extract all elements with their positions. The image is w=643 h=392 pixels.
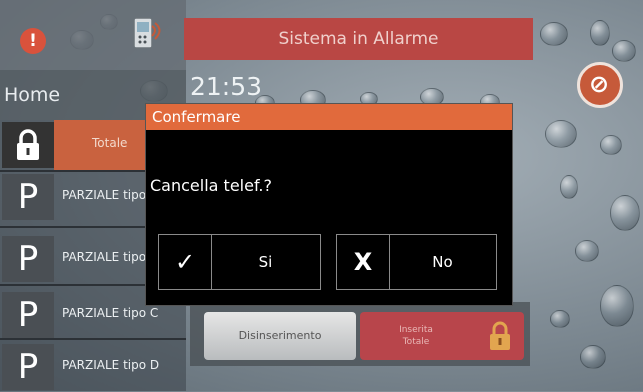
armed-line2: Totale bbox=[402, 337, 430, 347]
mode-item-parziale-d[interactable]: P PARZIALE tipo D bbox=[0, 342, 186, 392]
mode-label: PARZIALE tipo B bbox=[62, 250, 159, 264]
mode-label-total: Totale bbox=[92, 136, 128, 150]
checkmark-icon: ✓ bbox=[159, 235, 212, 289]
lock-icon bbox=[2, 122, 54, 168]
no-label: No bbox=[432, 253, 453, 271]
mode-label: PARZIALE tipo A bbox=[62, 188, 159, 202]
armed-label: Inserita Totale bbox=[386, 324, 446, 348]
dialog-title: Confermare bbox=[146, 104, 512, 130]
armed-line1: Inserita bbox=[399, 325, 433, 335]
home-label: Home bbox=[4, 84, 61, 106]
mute-siren-button[interactable]: ⊘ bbox=[577, 62, 623, 108]
phone-device-icon[interactable] bbox=[130, 16, 162, 52]
partial-p-icon: P bbox=[2, 292, 54, 338]
confirm-dialog: Confermare Cancella telef.? ✓ Si X No bbox=[145, 103, 513, 306]
clock: 21:53 bbox=[190, 72, 263, 101]
no-entry-icon: ⊘ bbox=[589, 70, 610, 98]
close-x-icon: X bbox=[337, 235, 390, 289]
alert-icon[interactable]: ! bbox=[20, 28, 46, 54]
confirm-no-button[interactable]: X No bbox=[336, 234, 497, 290]
confirm-yes-button[interactable]: ✓ Si bbox=[158, 234, 321, 290]
armed-total-button[interactable]: Inserita Totale bbox=[360, 312, 524, 360]
partial-p-icon: P bbox=[2, 344, 54, 390]
partial-p-icon: P bbox=[2, 174, 54, 220]
lock-icon bbox=[488, 321, 512, 351]
mode-label: PARZIALE tipo D bbox=[62, 358, 160, 372]
mode-label: PARZIALE tipo C bbox=[62, 306, 159, 320]
yes-label: Si bbox=[258, 253, 273, 271]
status-bar: ! bbox=[0, 0, 186, 70]
dialog-message: Cancella telef.? bbox=[150, 176, 272, 195]
partial-p-icon: P bbox=[2, 236, 54, 282]
alarm-status-banner: Sistema in Allarme bbox=[184, 18, 533, 60]
disarm-button[interactable]: Disinserimento bbox=[204, 312, 356, 360]
divider bbox=[0, 338, 186, 340]
